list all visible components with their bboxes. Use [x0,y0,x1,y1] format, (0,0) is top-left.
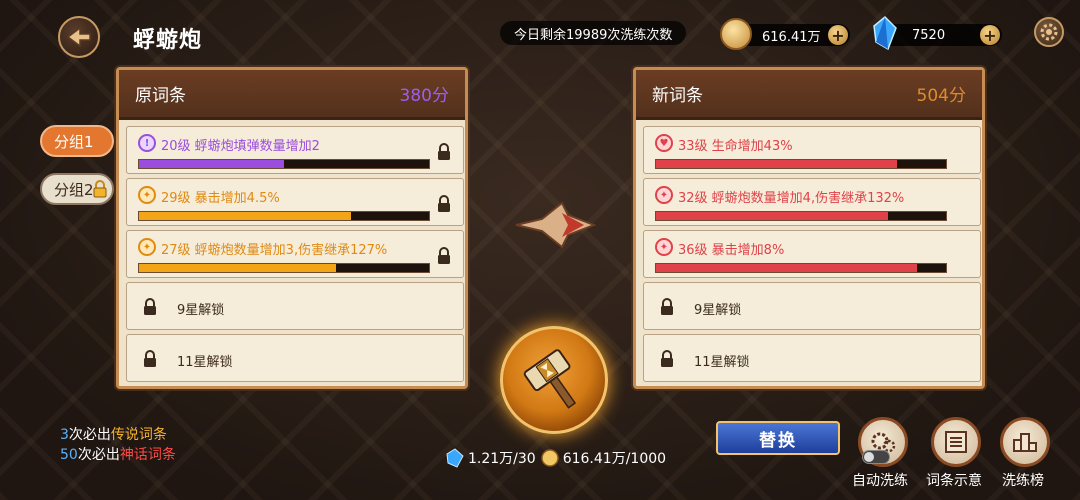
toggle-knob [864,452,874,462]
panel-title: 原词条 [135,86,186,106]
unlock-requirement: 11星解锁 [694,355,750,370]
page-title: 蜉蝣炮 [133,28,203,53]
lock-icon [661,298,673,315]
guarantee-tips: 3次必出传说词条 50次必出神话词条 [60,425,176,465]
replace-button[interactable]: 替换 [716,421,840,455]
affix-preview-label: 词条示意 [926,473,982,489]
top-bar: 蜉蝣炮 今日剩余19989次洗练次数 616.41万 + 7520 + [0,0,1080,64]
auto-reroll-label: 自动洗练 [852,473,908,489]
panel-score: 380分 [399,86,449,106]
affix-row[interactable]: ✦ 27级 蜉蝣炮数量增加3,伤害继承127% [126,230,464,278]
affix-text: 20级 蜉蝣炮填弹数量增加2 [161,139,320,154]
affix-progress-bar [655,159,947,169]
affix-text: 27级 蜉蝣炮数量增加3,伤害继承127% [161,243,388,258]
crystal-icon [446,448,464,468]
tip-count: 50 [60,447,78,463]
gear-icon [1040,23,1058,41]
unlock-requirement: 11星解锁 [177,355,233,370]
lock-icon [144,298,156,315]
affix-text: 33级 生命增加43% [678,139,793,154]
group-tab-1[interactable]: 分组1 [40,125,114,157]
affix-row: ♥ 33级 生命增加43% [643,126,981,174]
new-affix-panel: 新词条 504分 ♥ 33级 生命增加43% ✦ 32级 蜉蝣炮数量增加4,伤害… [633,67,985,389]
leaderboard-label: 洗练榜 [1002,473,1044,489]
tip-count: 3 [60,427,69,443]
coin-amount: 616.41万 [762,29,821,45]
back-arrow-icon [66,26,91,48]
back-button[interactable] [58,16,100,58]
auto-reroll-toggle[interactable] [862,450,890,464]
group-tab-label: 分组2 [54,180,94,199]
tip-text: 次必出 [77,447,120,463]
tip-text: 次必出 [68,427,111,443]
list-icon [945,431,967,453]
affix-preview-button[interactable] [931,417,981,467]
affix-text: 36级 暴击增加8% [678,243,785,258]
reroll-hammer-button[interactable] [500,326,608,434]
affix-row[interactable]: ✦ 29级 暴击增加4.5% [126,178,464,226]
crystal-icon [873,16,897,50]
lock-icon[interactable] [437,143,451,161]
podium-icon [1013,433,1037,452]
reroll-cost: 1.21万/30 616.41万/1000 [445,448,666,468]
red-skill-icon: ✦ [655,186,673,204]
affix-progress-bar [138,263,430,273]
add-crystal-button[interactable]: + [980,25,1000,45]
affix-progress-bar [138,211,430,221]
locked-slot: 9星解锁 [643,282,981,330]
tip-line-legend: 3次必出传说词条 [60,425,176,445]
affix-progress-bar [655,263,947,273]
arrow-right-icon [515,201,596,249]
affix-row[interactable]: ! 20级 蜉蝣炮填弹数量增加2 [126,126,464,174]
remaining-count-pill: 今日剩余19989次洗练次数 [500,21,687,45]
red-skill-icon: ✦ [655,238,673,256]
coin-cost: 616.41万/1000 [562,451,667,467]
locked-slot: 11星解锁 [126,334,464,382]
hammer-icon [523,349,577,409]
lock-icon[interactable] [437,195,451,213]
affix-text: 32级 蜉蝣炮数量增加4,伤害继承132% [678,191,905,206]
tip-line-myth: 50次必出神话词条 [60,445,176,465]
panel-header: 新词条 504分 [636,70,982,120]
panel-title: 新词条 [652,86,703,106]
panel-header: 原词条 380分 [119,70,465,120]
orange-skill-icon: ✦ [138,186,156,204]
tip-tag-myth: 神话词条 [119,447,176,463]
coin-icon [720,18,752,50]
locked-slot: 11星解锁 [643,334,981,382]
panel-score: 504分 [916,86,966,106]
crystal-amount: 7520 [912,27,946,43]
orange-skill-icon: ✦ [138,238,156,256]
add-coin-button[interactable]: + [828,25,848,45]
lock-icon [144,350,156,367]
coin-icon [540,449,559,467]
affix-row: ✦ 36级 暴击增加8% [643,230,981,278]
gold-lock-icon [93,180,107,198]
affix-row: ✦ 32级 蜉蝣炮数量增加4,伤害继承132% [643,178,981,226]
red-skill-icon: ♥ [655,134,673,152]
crystal-cost: 1.21万/30 [468,451,536,467]
leaderboard-button[interactable] [1000,417,1050,467]
affix-progress-bar [655,211,947,221]
unlock-requirement: 9星解锁 [694,303,742,318]
lock-icon [661,350,673,367]
group-tab-2[interactable]: 分组2 [40,173,114,205]
affix-text: 29级 暴击增加4.5% [161,191,280,206]
lock-icon[interactable] [437,247,451,265]
locked-slot: 9星解锁 [126,282,464,330]
tip-tag-legend: 传说词条 [110,427,167,443]
group-tab-label: 分组1 [54,132,94,151]
settings-button[interactable] [1034,17,1064,47]
original-affix-panel: 原词条 380分 ! 20级 蜉蝣炮填弹数量增加2 ✦ 29级 暴击增加4.5%… [116,67,468,389]
affix-progress-bar [138,159,430,169]
unlock-requirement: 9星解锁 [177,303,225,318]
purple-skill-icon: ! [138,134,156,152]
